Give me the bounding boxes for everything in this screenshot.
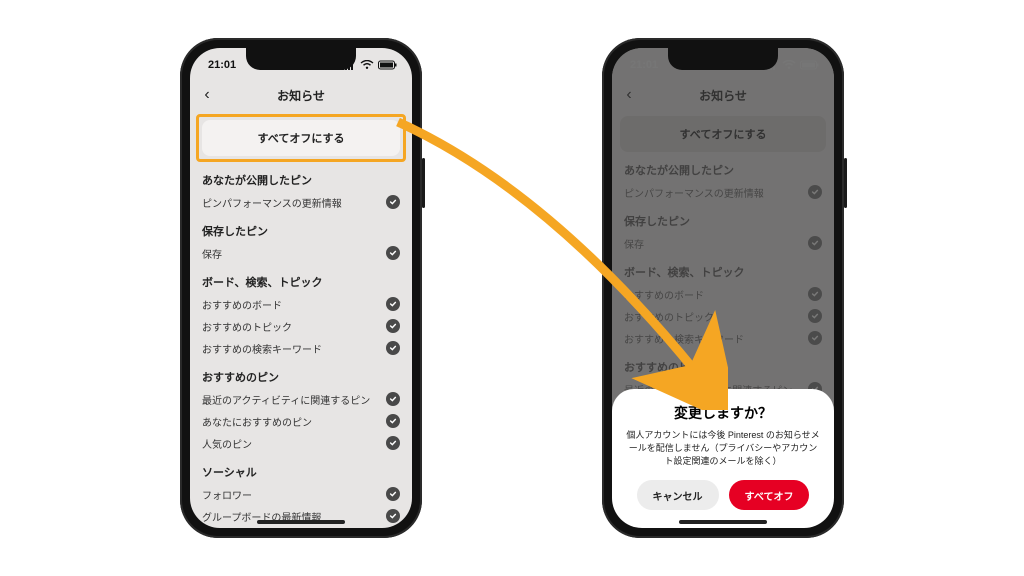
checkmark-icon	[386, 297, 400, 311]
section-header: ソーシャル	[202, 464, 400, 480]
setting-label: 人気のピン	[202, 436, 252, 451]
checkmark-icon	[386, 195, 400, 209]
notch	[668, 48, 778, 70]
checkmark-icon	[386, 414, 400, 428]
setting-row[interactable]: 保存	[202, 242, 400, 264]
checkmark-icon	[386, 319, 400, 333]
section-header: あなたが公開したピン	[202, 172, 400, 188]
setting-label: 最近のアクティビティに関連するピン	[202, 392, 370, 407]
notch	[246, 48, 356, 70]
setting-row[interactable]: 人気のピン	[202, 432, 400, 454]
wifi-icon	[360, 60, 374, 70]
phone-mock-left: 21:01 ‹ お知らせ すべてオフにする あなたが公開したピンピンパフォーマン…	[180, 38, 422, 538]
setting-label: おすすめのトピック	[202, 319, 292, 334]
setting-label: おすすめの検索キーワード	[202, 341, 322, 356]
confirm-sheet: 変更しますか？ 個人アカウントには今後 Pinterest のお知らせメールを配…	[612, 389, 834, 528]
setting-row[interactable]: ピンパフォーマンスの更新情報	[202, 191, 400, 213]
setting-row[interactable]: おすすめのボード	[202, 293, 400, 315]
setting-row[interactable]: メッセージ	[202, 527, 400, 528]
status-time: 21:01	[208, 59, 236, 71]
checkmark-icon	[386, 436, 400, 450]
nav-bar: ‹ お知らせ	[190, 78, 412, 112]
setting-label: ピンパフォーマンスの更新情報	[202, 195, 342, 210]
highlight-annotation: すべてオフにする	[196, 114, 406, 162]
section-header: おすすめのピン	[202, 369, 400, 385]
phone-mock-right: 21:01 ‹ お知らせ すべてオフにする あなたが公開したピンピンパフォーマン…	[602, 38, 844, 538]
checkmark-icon	[386, 392, 400, 406]
setting-label: フォロワー	[202, 487, 252, 502]
checkmark-icon	[386, 246, 400, 260]
setting-label: あなたにおすすめのピン	[202, 414, 312, 429]
checkmark-icon	[386, 341, 400, 355]
section-header: ボード、検索、トピック	[202, 274, 400, 290]
home-indicator	[679, 520, 767, 524]
cancel-button[interactable]: キャンセル	[637, 480, 719, 510]
confirm-all-off-button[interactable]: すべてオフ	[729, 480, 810, 510]
section-header: 保存したピン	[202, 223, 400, 239]
turn-all-off-button[interactable]: すべてオフにする	[202, 120, 400, 156]
battery-icon	[378, 60, 398, 70]
checkmark-icon	[386, 487, 400, 501]
checkmark-icon	[386, 509, 400, 523]
back-chevron-icon[interactable]: ‹	[196, 86, 218, 104]
setting-row[interactable]: あなたにおすすめのピン	[202, 410, 400, 432]
home-indicator	[257, 520, 345, 524]
sheet-title: 変更しますか？	[626, 403, 820, 423]
setting-row[interactable]: おすすめの検索キーワード	[202, 337, 400, 359]
setting-row[interactable]: おすすめのトピック	[202, 315, 400, 337]
sheet-body: 個人アカウントには今後 Pinterest のお知らせメールを配信しません（プラ…	[626, 429, 820, 468]
setting-label: おすすめのボード	[202, 297, 282, 312]
setting-row[interactable]: フォロワー	[202, 483, 400, 505]
setting-label: 保存	[202, 246, 222, 261]
page-title: お知らせ	[218, 87, 384, 104]
setting-row[interactable]: 最近のアクティビティに関連するピン	[202, 388, 400, 410]
